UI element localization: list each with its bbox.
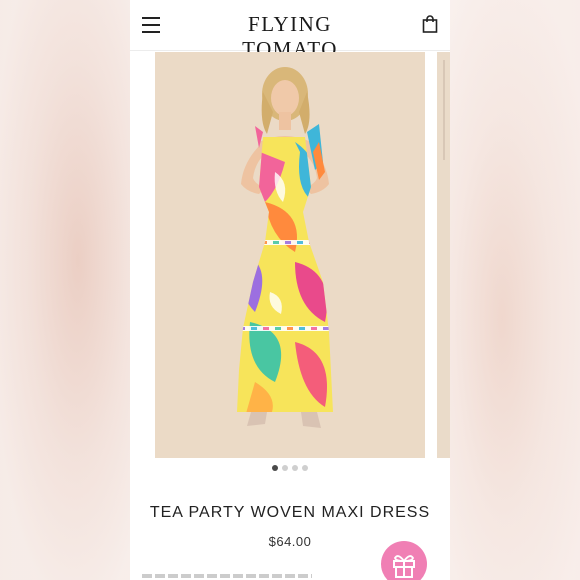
next-image-edge <box>443 60 445 160</box>
shopping-bag-icon[interactable] <box>422 15 438 33</box>
mobile-product-page: FLYING TOMATO TEA PARTY WOVEN MAXI DRESS… <box>130 0 450 580</box>
hamburger-menu-icon[interactable] <box>142 15 162 33</box>
site-header: FLYING TOMATO <box>130 0 450 61</box>
gift-icon <box>393 555 415 578</box>
product-image[interactable] <box>155 52 425 458</box>
background-blur-right <box>450 0 580 580</box>
product-title: TEA PARTY WOVEN MAXI DRESS <box>149 504 431 521</box>
cut-off-text-line <box>142 574 312 578</box>
carousel-dot[interactable] <box>282 465 288 471</box>
carousel-dot[interactable] <box>292 465 298 471</box>
carousel-dot[interactable] <box>302 465 308 471</box>
carousel-dot[interactable] <box>272 465 278 471</box>
carousel-pagination <box>130 465 450 471</box>
gift-button[interactable] <box>381 541 427 580</box>
background-blur-left <box>0 0 130 580</box>
